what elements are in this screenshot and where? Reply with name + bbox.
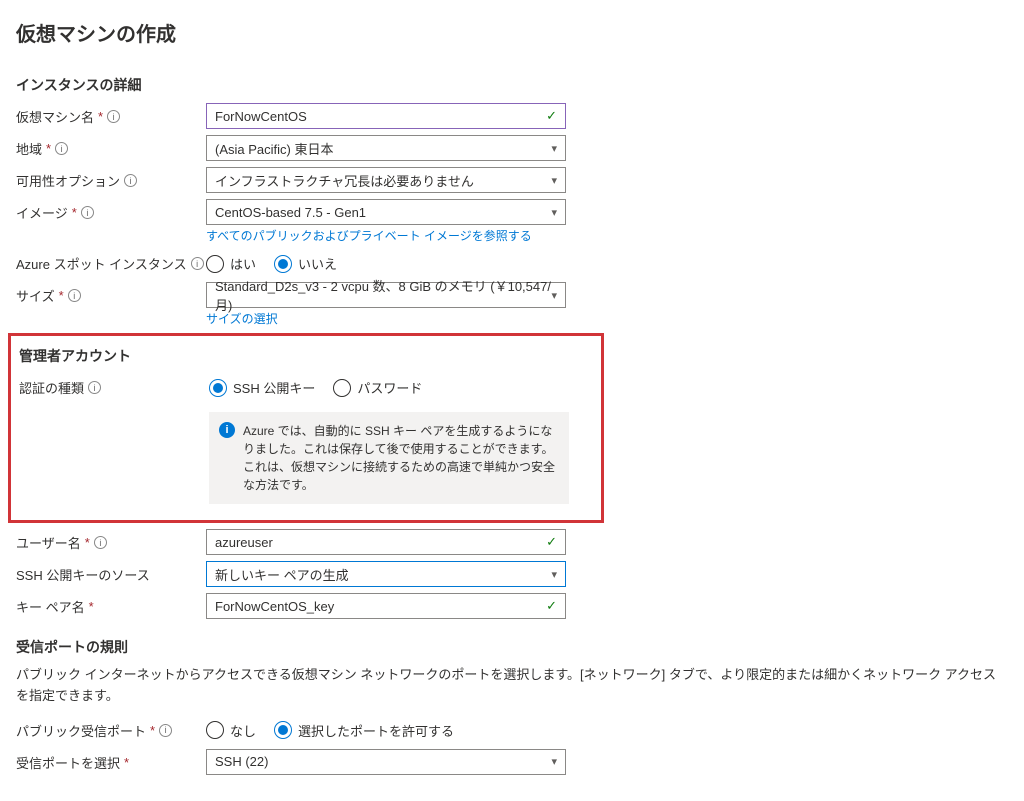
spot-no-label: いいえ xyxy=(298,254,337,273)
image-value: CentOS-based 7.5 - Gen1 xyxy=(215,205,366,220)
info-icon: i xyxy=(219,422,235,438)
region-label: 地域 xyxy=(16,139,42,158)
check-icon: ✓ xyxy=(546,108,557,124)
spot-yes-radio[interactable]: はい xyxy=(206,254,256,273)
chevron-down-icon: ▾ xyxy=(551,174,557,187)
auth-type-radio-group: SSH 公開キー パスワード xyxy=(209,374,569,397)
info-icon[interactable]: i xyxy=(159,724,172,737)
username-input[interactable]: azureuser ✓ xyxy=(206,529,566,555)
chevron-down-icon: ▾ xyxy=(551,206,557,219)
ports-none-radio[interactable]: なし xyxy=(206,721,256,740)
ports-none-label: なし xyxy=(230,721,256,740)
keypair-label: キー ペア名 xyxy=(16,597,85,616)
select-ports-select[interactable]: SSH (22) ▾ xyxy=(206,749,566,775)
availability-value: インフラストラクチャ冗長は必要ありません xyxy=(215,171,474,190)
info-icon[interactable]: i xyxy=(94,536,107,549)
ssh-info-banner: i Azure では、自動的に SSH キー ペアを生成するようになりました。こ… xyxy=(209,412,569,504)
size-value: Standard_D2s_v3 - 2 vcpu 数、8 GiB のメモリ (￥… xyxy=(215,276,551,314)
spot-no-radio[interactable]: いいえ xyxy=(274,254,337,273)
chevron-down-icon: ▾ xyxy=(551,755,557,768)
spot-yes-label: はい xyxy=(230,254,256,273)
required-star: * xyxy=(98,109,103,124)
info-icon[interactable]: i xyxy=(191,257,204,270)
ports-allow-label: 選択したポートを許可する xyxy=(298,721,454,740)
select-ports-value: SSH (22) xyxy=(215,754,268,769)
highlight-admin-section: 管理者アカウント 認証の種類 i SSH 公開キー パスワード i xyxy=(8,333,604,523)
auth-ssh-label: SSH 公開キー xyxy=(233,378,315,397)
info-icon[interactable]: i xyxy=(55,142,68,155)
ssh-info-text: Azure では、自動的に SSH キー ペアを生成するようになりました。これは… xyxy=(243,424,555,492)
vm-name-value: ForNowCentOS xyxy=(215,109,307,124)
keypair-input[interactable]: ForNowCentOS_key ✓ xyxy=(206,593,566,619)
section-inbound-ports: 受信ポートの規則 xyxy=(16,637,1008,657)
chevron-down-icon: ▾ xyxy=(551,568,557,581)
spot-label: Azure スポット インスタンス xyxy=(16,254,187,273)
info-icon[interactable]: i xyxy=(107,110,120,123)
chevron-down-icon: ▾ xyxy=(551,289,557,302)
size-select-link[interactable]: サイズの選択 xyxy=(206,310,278,327)
ssh-source-value: 新しいキー ペアの生成 xyxy=(215,565,349,584)
region-value: (Asia Pacific) 東日本 xyxy=(215,139,333,158)
select-ports-label: 受信ポートを選択 xyxy=(16,753,120,772)
availability-label: 可用性オプション xyxy=(16,171,120,190)
ssh-source-select[interactable]: 新しいキー ペアの生成 ▾ xyxy=(206,561,566,587)
public-ports-label: パブリック受信ポート xyxy=(16,721,146,740)
ports-allow-radio[interactable]: 選択したポートを許可する xyxy=(274,721,454,740)
required-star: * xyxy=(89,599,94,614)
auth-password-label: パスワード xyxy=(357,378,422,397)
size-select[interactable]: Standard_D2s_v3 - 2 vcpu 数、8 GiB のメモリ (￥… xyxy=(206,282,566,308)
vm-name-label: 仮想マシン名 xyxy=(16,107,94,126)
chevron-down-icon: ▾ xyxy=(551,142,557,155)
check-icon: ✓ xyxy=(546,598,557,614)
info-icon[interactable]: i xyxy=(124,174,137,187)
image-label: イメージ xyxy=(16,203,68,222)
required-star: * xyxy=(150,723,155,738)
vm-name-input[interactable]: ForNowCentOS ✓ xyxy=(206,103,566,129)
info-icon[interactable]: i xyxy=(68,289,81,302)
image-select[interactable]: CentOS-based 7.5 - Gen1 ▾ xyxy=(206,199,566,225)
check-icon: ✓ xyxy=(546,534,557,550)
required-star: * xyxy=(85,535,90,550)
username-label: ユーザー名 xyxy=(16,533,81,552)
page-title: 仮想マシンの作成 xyxy=(16,18,1008,47)
region-select[interactable]: (Asia Pacific) 東日本 ▾ xyxy=(206,135,566,161)
availability-select[interactable]: インフラストラクチャ冗長は必要ありません ▾ xyxy=(206,167,566,193)
section-instance-details: インスタンスの詳細 xyxy=(16,75,1008,95)
required-star: * xyxy=(46,141,51,156)
required-star: * xyxy=(124,755,129,770)
spot-radio-group: はい いいえ xyxy=(206,250,566,273)
auth-ssh-radio[interactable]: SSH 公開キー xyxy=(209,378,315,397)
image-browse-link[interactable]: すべてのパブリックおよびプライベート イメージを参照する xyxy=(206,227,532,244)
username-value: azureuser xyxy=(215,535,273,550)
keypair-value: ForNowCentOS_key xyxy=(215,599,334,614)
ssh-source-label: SSH 公開キーのソース xyxy=(16,565,150,584)
public-ports-radio-group: なし 選択したポートを許可する xyxy=(206,717,566,740)
section-admin-account: 管理者アカウント xyxy=(19,346,593,366)
auth-password-radio[interactable]: パスワード xyxy=(333,378,422,397)
info-icon[interactable]: i xyxy=(88,381,101,394)
auth-type-label: 認証の種類 xyxy=(19,378,84,397)
size-label: サイズ xyxy=(16,286,55,305)
required-star: * xyxy=(59,288,64,303)
required-star: * xyxy=(72,205,77,220)
ports-help-text: パブリック インターネットからアクセスできる仮想マシン ネットワークのポートを選… xyxy=(16,665,1008,707)
info-icon[interactable]: i xyxy=(81,206,94,219)
